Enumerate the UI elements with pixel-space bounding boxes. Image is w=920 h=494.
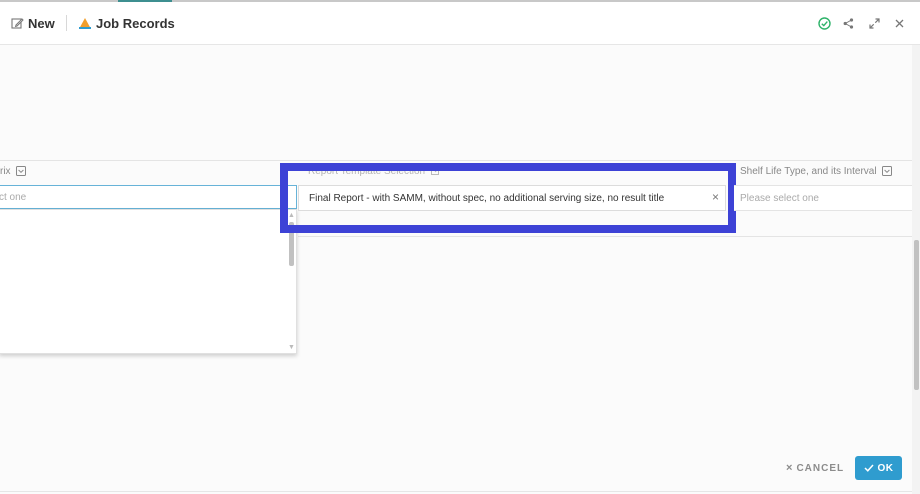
dropdown-scrollbar[interactable]: ▲ ▼ bbox=[287, 210, 296, 353]
edit-icon bbox=[11, 17, 24, 29]
dropdown-scrollbar-thumb[interactable] bbox=[289, 222, 294, 266]
new-button-label: New bbox=[28, 15, 55, 31]
ok-button[interactable]: OK bbox=[855, 456, 902, 480]
shelf-life-placeholder: Please select one bbox=[740, 193, 819, 204]
dropdown-toggle-icon[interactable] bbox=[16, 166, 27, 176]
matrix-field-label: rix bbox=[0, 166, 27, 177]
field-row-divider-bottom bbox=[298, 236, 912, 237]
cancel-button-label: CANCEL bbox=[796, 462, 845, 474]
scroll-down-arrow-icon[interactable]: ▼ bbox=[288, 344, 295, 351]
page-title-text: Job Records bbox=[96, 15, 175, 31]
close-icon bbox=[895, 19, 903, 27]
close-button[interactable] bbox=[890, 14, 908, 32]
report-template-select[interactable]: Final Report - with SAMM, without spec, … bbox=[298, 185, 726, 211]
report-template-label: Report Template Selection bbox=[308, 166, 441, 177]
dialog-header: New Job Records bbox=[0, 2, 920, 45]
field-row-divider bbox=[0, 160, 912, 161]
footer-divider bbox=[0, 491, 912, 492]
check-circle-icon bbox=[817, 16, 831, 30]
share-button[interactable] bbox=[839, 14, 857, 32]
matrix-select[interactable]: ct one bbox=[0, 185, 297, 209]
cancel-button[interactable]: × CANCEL bbox=[786, 461, 844, 475]
expand-icon bbox=[868, 17, 880, 29]
scroll-up-arrow-icon[interactable]: ▲ bbox=[288, 212, 295, 219]
page-scrollbar-thumb[interactable] bbox=[914, 240, 919, 390]
edit-icon[interactable] bbox=[430, 166, 441, 176]
report-template-value: Final Report - with SAMM, without spec, … bbox=[309, 193, 665, 204]
close-icon: × bbox=[786, 462, 794, 474]
job-records-icon bbox=[79, 17, 91, 29]
ok-button-label: OK bbox=[877, 462, 894, 474]
matrix-select-placeholder: ct one bbox=[0, 192, 27, 203]
shelf-life-label: Shelf Life Type, and its Interval bbox=[740, 166, 893, 177]
status-ok-button[interactable] bbox=[815, 14, 833, 32]
share-icon bbox=[843, 17, 853, 29]
matrix-dropdown-list[interactable]: ▲ ▼ bbox=[0, 209, 297, 354]
page-title: Job Records bbox=[78, 2, 175, 44]
clear-selection-icon[interactable]: × bbox=[712, 191, 719, 203]
expand-button[interactable] bbox=[865, 14, 883, 32]
new-button[interactable]: New bbox=[11, 2, 55, 44]
dropdown-toggle-icon[interactable] bbox=[882, 166, 893, 176]
check-icon bbox=[863, 464, 874, 472]
header-divider bbox=[66, 15, 67, 31]
shelf-life-select[interactable]: Please select one bbox=[734, 185, 912, 211]
